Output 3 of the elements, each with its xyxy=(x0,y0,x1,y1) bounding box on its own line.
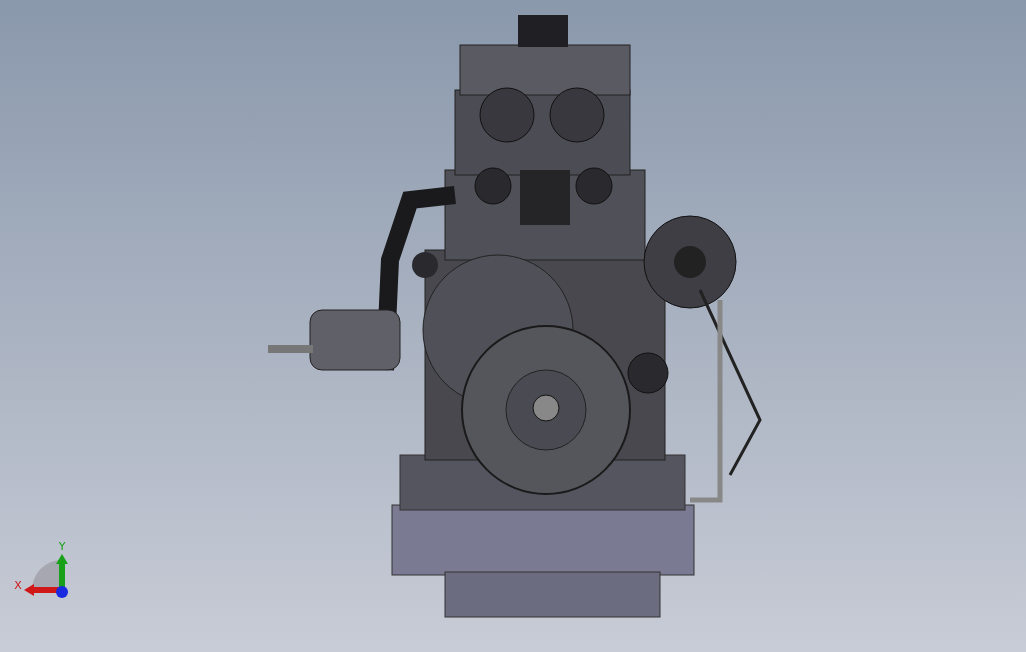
axis-triad-drawing xyxy=(24,554,68,598)
axis-label: X xyxy=(14,579,22,592)
axis-label: Y xyxy=(58,540,66,553)
